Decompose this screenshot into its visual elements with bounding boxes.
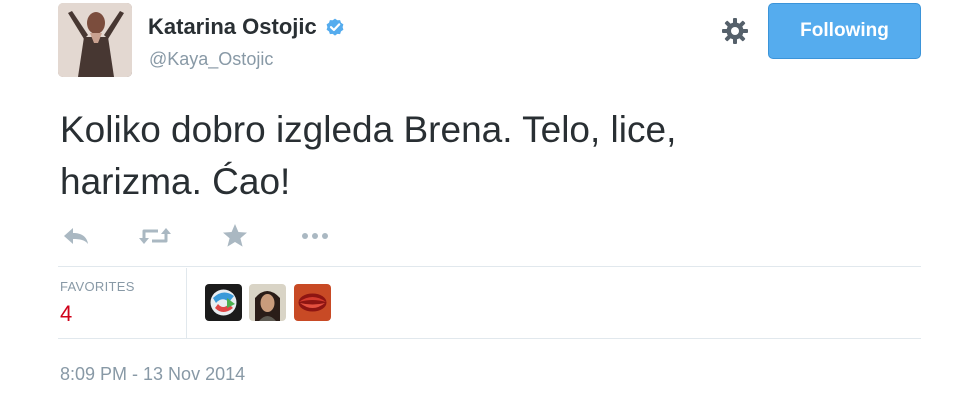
tweet-text-line-2: harizma. Ćao!: [60, 161, 291, 202]
following-button[interactable]: Following: [768, 3, 921, 59]
favorite-star-icon[interactable]: [218, 220, 252, 252]
tweet-text: Koliko dobro izgleda Brena. Telo, lice, …: [60, 104, 920, 208]
author-name-row[interactable]: Katarina Ostojic: [148, 14, 345, 40]
favorites-count[interactable]: 4: [60, 301, 72, 327]
author-avatar[interactable]: [58, 3, 132, 77]
favorites-label[interactable]: FAVORITES: [60, 279, 135, 294]
stats-vertical-divider: [186, 268, 187, 338]
verified-badge-icon: [326, 18, 344, 36]
author-name[interactable]: Katarina Ostojic: [148, 14, 317, 40]
tweet-timestamp[interactable]: 8:09 PM - 13 Nov 2014: [60, 364, 245, 385]
reply-icon[interactable]: [60, 220, 94, 252]
favoriter-avatar-1[interactable]: [205, 284, 242, 321]
stats-bottom-divider: [58, 338, 921, 339]
stats-top-divider: [58, 266, 921, 267]
profile-photo: [58, 3, 132, 77]
favoriter-avatar-3[interactable]: [294, 284, 331, 321]
favoriter-avatar-2-image: [249, 284, 286, 321]
favoriter-avatar-3-image: [294, 284, 331, 321]
retweet-icon[interactable]: [138, 220, 172, 252]
gear-icon[interactable]: [720, 16, 750, 46]
favoriter-avatar-2[interactable]: [249, 284, 286, 321]
favoriter-avatar-1-image: [205, 284, 242, 321]
more-icon[interactable]: [298, 220, 332, 252]
tweet-text-line-1: Koliko dobro izgleda Brena. Telo, lice,: [60, 109, 677, 150]
author-handle[interactable]: @Kaya_Ostojic: [149, 49, 273, 70]
